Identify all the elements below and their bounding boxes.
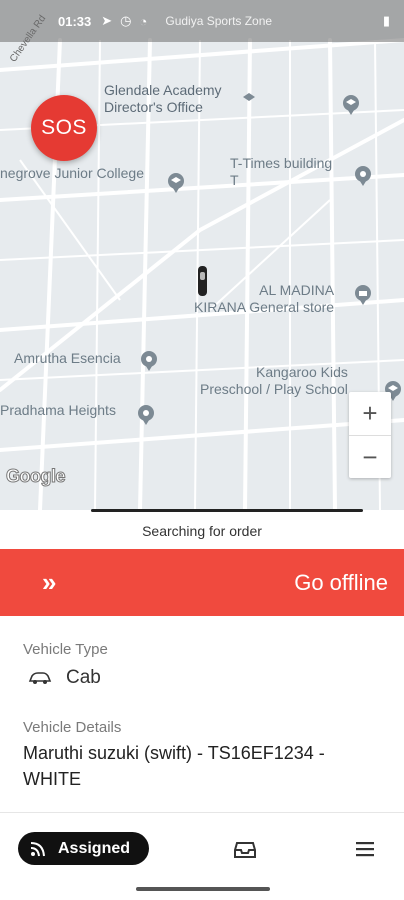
zoom-in-button[interactable]: + bbox=[349, 392, 391, 435]
menu-icon[interactable] bbox=[354, 841, 376, 857]
zoom-out-button[interactable]: − bbox=[349, 435, 391, 478]
vehicle-type-label: Vehicle Type bbox=[23, 641, 108, 658]
searching-status: Searching for order bbox=[142, 523, 262, 539]
poi-junior-college-label[interactable]: negrove Junior College bbox=[0, 165, 144, 182]
go-offline-button[interactable]: » Go offline bbox=[0, 549, 404, 616]
sos-button[interactable]: SOS bbox=[31, 95, 97, 161]
status-time: 01:33 bbox=[58, 13, 92, 29]
poi-kangaroo-label[interactable]: Kangaroo Kids Preschool / Play School bbox=[200, 364, 348, 398]
go-offline-label: Go offline bbox=[294, 569, 388, 595]
location-pin-icon[interactable] bbox=[138, 350, 160, 372]
signal-icon bbox=[30, 841, 45, 856]
battery-icon: ▮ bbox=[382, 13, 390, 28]
assigned-button[interactable]: Assigned bbox=[18, 832, 149, 865]
google-logo: Google bbox=[6, 466, 67, 487]
vehicle-type-value: Cab bbox=[66, 667, 101, 688]
map-roads bbox=[0, 38, 404, 510]
inbox-icon[interactable] bbox=[234, 839, 256, 859]
poi-almadina-label[interactable]: AL MADINA KIRANA General store bbox=[194, 282, 334, 316]
school-pin-icon[interactable] bbox=[340, 94, 362, 116]
school-pin-icon[interactable] bbox=[165, 172, 187, 194]
status-right-icons: ▮ bbox=[383, 13, 390, 29]
car-icon bbox=[28, 672, 52, 684]
assigned-label: Assigned bbox=[58, 839, 131, 857]
timer-icon: ◔ bbox=[139, 13, 148, 29]
status-icons: ➤ ◷ ◔ bbox=[101, 13, 147, 29]
carrier-label: Gudiya Sports Zone bbox=[165, 14, 273, 28]
vehicle-type-row: Cab bbox=[28, 667, 101, 689]
map-view[interactable]: Chevella Rd Glendale Academy Director's … bbox=[0, 0, 404, 510]
location-pin-icon[interactable] bbox=[135, 404, 157, 426]
progress-bar bbox=[91, 509, 363, 512]
poi-pradhama-label[interactable]: Pradhama Heights bbox=[0, 402, 116, 419]
vehicle-details-value: Maruthi suzuki (swift) - TS16EF1234 - WH… bbox=[23, 743, 325, 789]
status-bar: 01:33 ➤ ◷ ◔ Gudiya Sports Zone ▮ bbox=[0, 0, 404, 42]
car-marker-icon bbox=[198, 266, 207, 296]
send-icon: ➤ bbox=[101, 13, 113, 28]
poi-amrutha-label[interactable]: Amrutha Esencia bbox=[14, 350, 121, 367]
bottom-navigation: Assigned bbox=[0, 812, 404, 884]
school-pin-icon bbox=[243, 93, 255, 101]
double-chevron-icon: » bbox=[42, 567, 57, 597]
vehicle-details-label: Vehicle Details bbox=[23, 719, 122, 736]
location-pin-icon[interactable] bbox=[352, 165, 374, 187]
shop-pin-icon[interactable] bbox=[352, 284, 374, 306]
poi-glendale-label[interactable]: Glendale Academy Director's Office bbox=[104, 82, 222, 116]
clock-icon: ◷ bbox=[120, 13, 132, 28]
home-indicator[interactable] bbox=[136, 887, 270, 891]
zoom-controls: + − bbox=[349, 392, 391, 478]
poi-ttimes-label[interactable]: T-Times building T bbox=[230, 155, 332, 189]
